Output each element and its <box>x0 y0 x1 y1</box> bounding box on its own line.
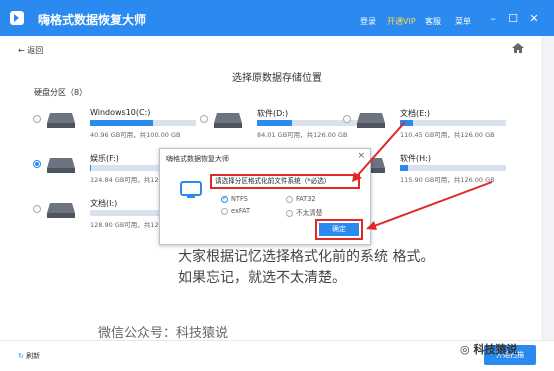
option-label: exFAT <box>231 207 251 215</box>
option-exfat[interactable]: exFAT <box>221 207 250 215</box>
option-label: 不太清楚 <box>296 209 323 217</box>
usage-fill <box>90 165 91 171</box>
minimize-icon[interactable]: – <box>486 12 500 26</box>
drive-info: 110.45 GB可用，共126.00 GB <box>400 131 495 139</box>
watermark-text: 微信公众号：科技猿说 <box>98 326 229 341</box>
drive-item[interactable]: 软件(H:) 115.90 GB可用，共126.00 GB <box>343 152 508 184</box>
drive-item[interactable]: 软件(D:) 84.01 GB可用，共126.00 GB <box>200 107 365 139</box>
usage-fill <box>90 120 153 126</box>
wechat-icon: ◎ <box>460 343 470 356</box>
section-label: 硬盘分区（8） <box>34 88 88 97</box>
page-title: 选择原数据存储位置 <box>232 73 322 84</box>
drive-radio[interactable] <box>200 115 208 123</box>
radio-icon <box>221 207 228 215</box>
annotation-line-2: 如果忘记，就选不太清楚。 <box>178 270 346 286</box>
dialog-title: 嗨格式数据恢复大师 <box>166 155 229 163</box>
watermark-logo: ◎ 科技猿说 <box>460 341 517 357</box>
drive-name: Windows10(C:) <box>90 108 151 117</box>
back-label: 返回 <box>27 46 44 55</box>
radio-icon <box>286 195 293 203</box>
drive-name: 软件(D:) <box>257 109 289 118</box>
check-icon <box>221 194 228 203</box>
back-button[interactable]: ← 返回 <box>18 45 43 56</box>
hard-disk-icon <box>214 113 242 128</box>
service-link[interactable]: 客服 <box>425 16 441 27</box>
drive-name: 文档(E:) <box>400 109 430 118</box>
usage-fill <box>400 165 409 171</box>
drive-radio[interactable] <box>33 115 41 123</box>
drive-radio[interactable] <box>343 115 351 123</box>
hard-disk-icon <box>357 113 385 128</box>
option-label: FAT32 <box>296 195 316 203</box>
option-ntfs[interactable]: NTFS <box>221 194 248 203</box>
option-unsure[interactable]: 不太清楚 <box>286 207 322 217</box>
refresh-icon: ↻ <box>18 352 24 360</box>
usage-bar <box>90 120 196 126</box>
watermark-logo-text: 科技猿说 <box>473 343 518 356</box>
drive-radio[interactable] <box>33 160 41 168</box>
arrow-left-icon: ← <box>18 46 25 55</box>
home-icon[interactable] <box>512 43 524 53</box>
drive-item[interactable]: Windows10(C:) 40.96 GB可用，共100.00 GB <box>33 107 198 139</box>
close-icon[interactable]: ✕ <box>527 12 541 26</box>
option-fat32[interactable]: FAT32 <box>286 195 316 203</box>
hard-disk-icon <box>47 113 75 128</box>
dialog-close-icon[interactable]: × <box>357 151 365 161</box>
refresh-label: 刷新 <box>26 352 41 360</box>
usage-fill <box>257 120 292 126</box>
login-link[interactable]: 登录 <box>360 16 376 27</box>
drive-info: 40.96 GB可用，共100.00 GB <box>90 131 181 139</box>
menu-link[interactable]: 菜单 <box>455 16 471 27</box>
annotation-line-1: 大家根据记忆选择格式化前的系统 格式。 <box>178 249 435 265</box>
usage-bar <box>400 165 506 171</box>
drive-radio[interactable] <box>33 205 41 213</box>
title-bar: 嗨格式数据恢复大师 登录 开通VIP 客服 菜单 – ☐ ✕ <box>0 0 554 36</box>
option-label: NTFS <box>231 195 248 203</box>
maximize-icon[interactable]: ☐ <box>506 12 520 26</box>
hard-disk-icon <box>47 158 75 173</box>
radio-icon <box>286 209 293 217</box>
monitor-icon <box>180 181 202 198</box>
filesystem-prompt: 请选择分区格式化前文件系统（*必选） <box>210 174 360 189</box>
drive-name: 娱乐(F:) <box>90 154 119 163</box>
usage-bar <box>400 120 506 126</box>
app-title: 嗨格式数据恢复大师 <box>38 13 147 27</box>
drive-name: 软件(H:) <box>400 154 431 163</box>
vip-link[interactable]: 开通VIP <box>387 16 416 27</box>
drive-info: 115.90 GB可用，共126.00 GB <box>400 176 495 184</box>
refresh-button[interactable]: ↻ 刷新 <box>18 351 40 361</box>
drive-name: 文档(I:) <box>90 199 118 208</box>
hard-disk-icon <box>47 203 75 218</box>
app-logo-icon <box>10 11 24 25</box>
usage-fill <box>400 120 413 126</box>
drive-info: 84.01 GB可用，共126.00 GB <box>257 131 348 139</box>
ok-button[interactable]: 确定 <box>319 223 359 236</box>
drive-item[interactable]: 文档(E:) 110.45 GB可用，共126.00 GB <box>343 107 508 139</box>
